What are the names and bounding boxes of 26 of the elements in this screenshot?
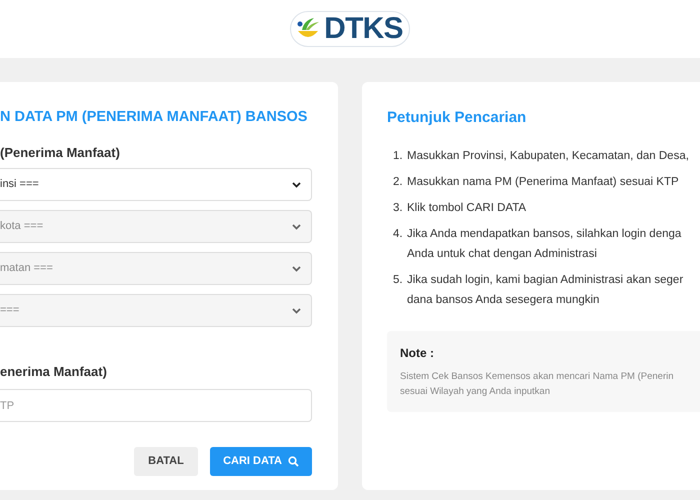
- note-text: Sistem Cek Bansos Kemensos akan mencari Nama PM (Penerin sesuai Wilayah yang Anda inputkan: [400, 370, 675, 399]
- chevron-down-icon: [292, 182, 301, 188]
- form-title: N DATA PM (PENERIMA MANFAAT) BANSOS: [0, 108, 308, 126]
- step-text: Jika Anda mendapatkan bansos, silahkan login denga Anda untuk chat dengan Administrasi: [407, 227, 682, 262]
- search-icon: [288, 456, 299, 467]
- chevron-down-icon: [292, 308, 301, 314]
- step-text: Masukkan nama PM (Penerima Manfaat) sesuai KTP: [407, 175, 679, 190]
- note-title: Note :: [400, 345, 435, 362]
- step-text: Klik tombol CARI DATA: [407, 201, 526, 216]
- chevron-down-icon: [292, 266, 301, 272]
- chevron-down-icon: [292, 224, 301, 230]
- step-text: Masukkan Provinsi, Kabupaten, Kecamatan, dan Desa,: [407, 149, 689, 164]
- field-label: enerima Manfaat): [0, 365, 108, 378]
- cancel-button[interactable]: BATAL: [134, 447, 198, 476]
- dropdown[interactable]: insi ===: [0, 168, 312, 201]
- step-number: 3.: [393, 201, 404, 216]
- step-number: 4.: [393, 227, 404, 242]
- step-number: 2.: [393, 175, 404, 190]
- step-number: 1.: [393, 149, 404, 164]
- step-text: Jika sudah login, kami bagian Administrasi akan seger dana bansos Anda sesegera mungkin: [407, 273, 684, 308]
- search-button[interactable]: CARI DATA: [210, 447, 312, 476]
- field-label: (Penerima Manfaat): [0, 146, 121, 159]
- panel-title: Petunjuk Pencarian: [387, 110, 528, 125]
- step-number: 5.: [393, 273, 404, 288]
- logo-text: DTKS: [324, 14, 403, 44]
- name-input[interactable]: TP: [0, 389, 312, 422]
